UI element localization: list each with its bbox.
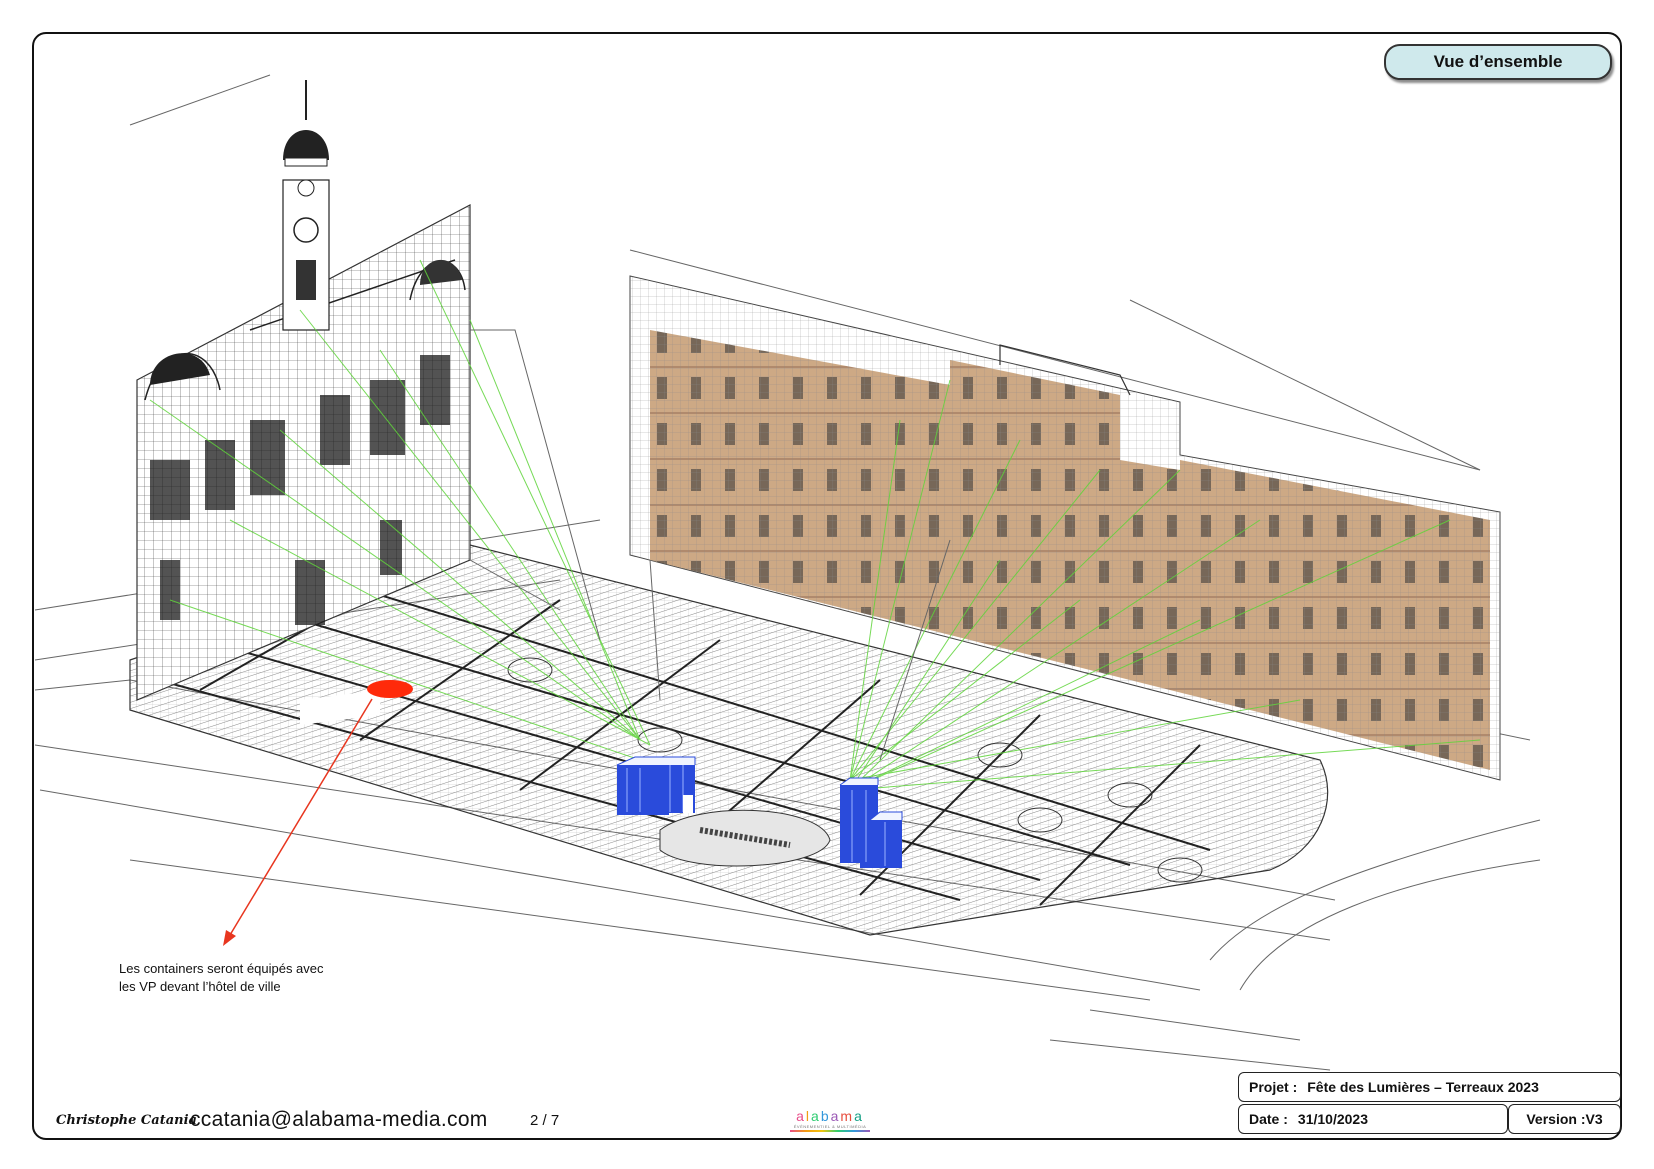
version-label: Version :V3	[1508, 1104, 1621, 1134]
date-value: 31/10/2023	[1297, 1111, 1368, 1127]
project-row: Projet : Fête des Lumières – Terreaux 20…	[1238, 1072, 1621, 1102]
date-row: Date : 31/10/2023	[1238, 1104, 1508, 1134]
logo-tagline: ÉVÈNEMENTIEL & MULTIMÉDIA	[793, 1124, 867, 1129]
project-value: Fête des Lumières – Terreaux 2023	[1307, 1079, 1539, 1095]
project-label: Projet :	[1249, 1079, 1298, 1095]
alabama-logo: alabama ÉVÈNEMENTIEL & MULTIMÉDIA	[790, 1108, 870, 1132]
bell-tower	[282, 80, 330, 331]
page-number: 2 / 7	[530, 1112, 560, 1129]
location-marker	[367, 680, 413, 698]
date-label: Date :	[1249, 1111, 1288, 1127]
author-email: ccatania@alabama-media.com	[190, 1108, 488, 1131]
annotation-line-1: Les containers seront équipés avec	[119, 961, 324, 976]
annotation-note: Les containers seront équipés avec les V…	[119, 960, 359, 996]
title-block: Projet : Fête des Lumières – Terreaux 20…	[1238, 1072, 1621, 1134]
annotation-line-2: les VP devant l’hôtel de ville	[119, 979, 281, 994]
logo-color-bar	[790, 1130, 870, 1132]
author-signature: Christophe Catania	[56, 1113, 197, 1128]
logo-wordmark: alabama	[796, 1108, 864, 1124]
projector-container-left	[616, 756, 696, 815]
